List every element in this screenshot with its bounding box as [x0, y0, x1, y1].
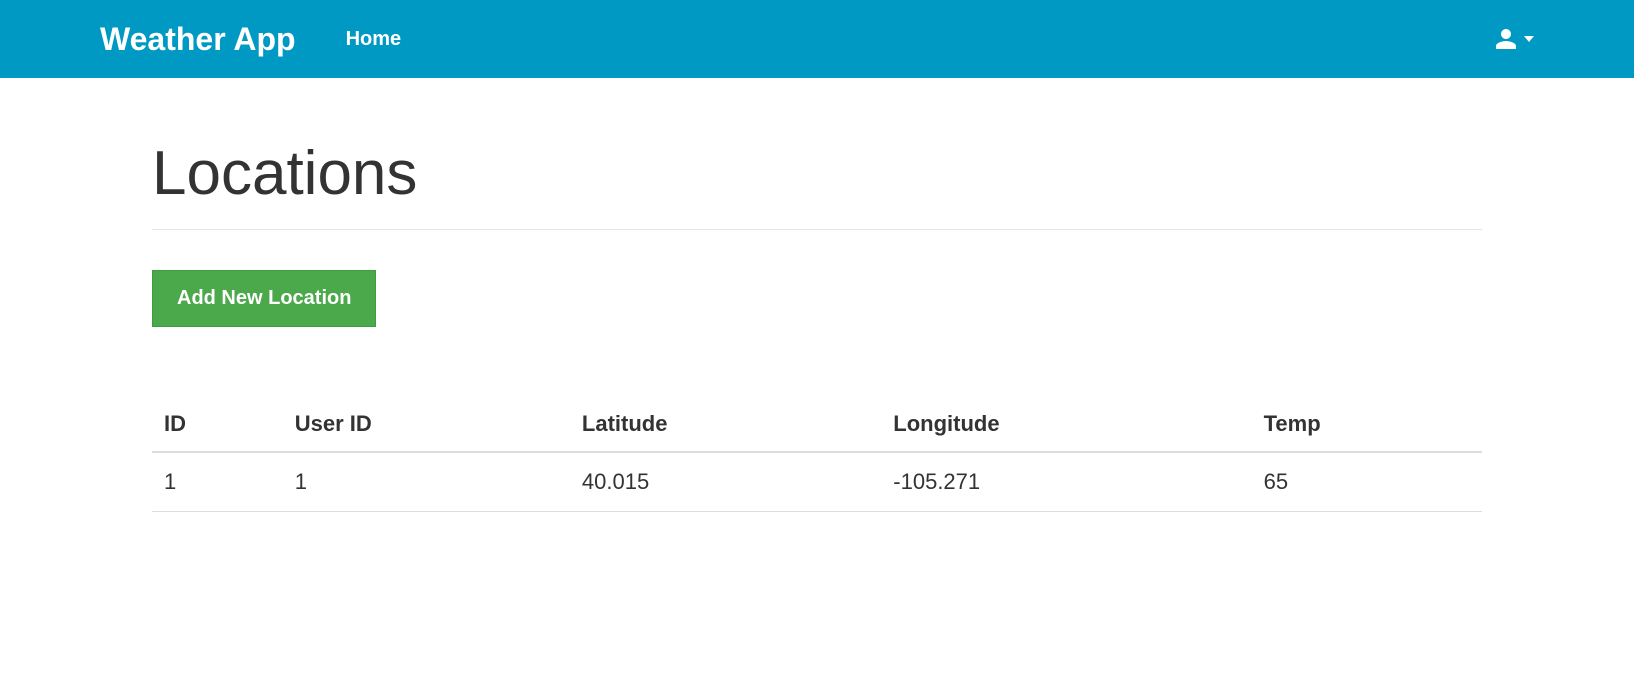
header-id: ID [152, 397, 283, 452]
navbar: Weather App Home [0, 0, 1634, 78]
header-user-id: User ID [283, 397, 570, 452]
header-latitude: Latitude [570, 397, 881, 452]
cell-temp: 65 [1252, 452, 1482, 512]
cell-latitude: 40.015 [570, 452, 881, 512]
page-title: Locations [152, 138, 1482, 209]
cell-id: 1 [152, 452, 283, 512]
table-row: 1 1 40.015 -105.271 65 [152, 452, 1482, 512]
page-header: Locations [152, 78, 1482, 230]
user-icon [1494, 27, 1518, 51]
chevron-down-icon [1524, 36, 1534, 42]
header-longitude: Longitude [881, 397, 1251, 452]
cell-longitude: -105.271 [881, 452, 1251, 512]
user-menu[interactable] [1494, 27, 1604, 51]
header-temp: Temp [1252, 397, 1482, 452]
cell-user-id: 1 [283, 452, 570, 512]
table-body: 1 1 40.015 -105.271 65 [152, 452, 1482, 512]
main-container: Locations Add New Location ID User ID La… [132, 78, 1502, 512]
home-link[interactable]: Home [346, 28, 402, 51]
table-header-row: ID User ID Latitude Longitude Temp [152, 397, 1482, 452]
brand-link[interactable]: Weather App [100, 21, 296, 58]
locations-table: ID User ID Latitude Longitude Temp 1 1 4… [152, 397, 1482, 512]
add-new-location-button[interactable]: Add New Location [152, 270, 376, 327]
navbar-left: Weather App Home [100, 21, 401, 58]
